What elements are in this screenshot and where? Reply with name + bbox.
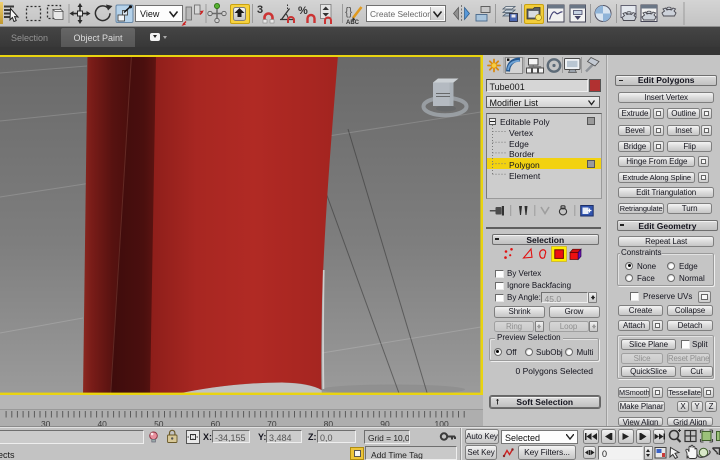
svg-text:{}: {} [345, 6, 353, 18]
svg-text:%: % [298, 5, 308, 17]
svg-text:3: 3 [257, 4, 263, 16]
svg-text:ABC: ABC [346, 20, 360, 26]
